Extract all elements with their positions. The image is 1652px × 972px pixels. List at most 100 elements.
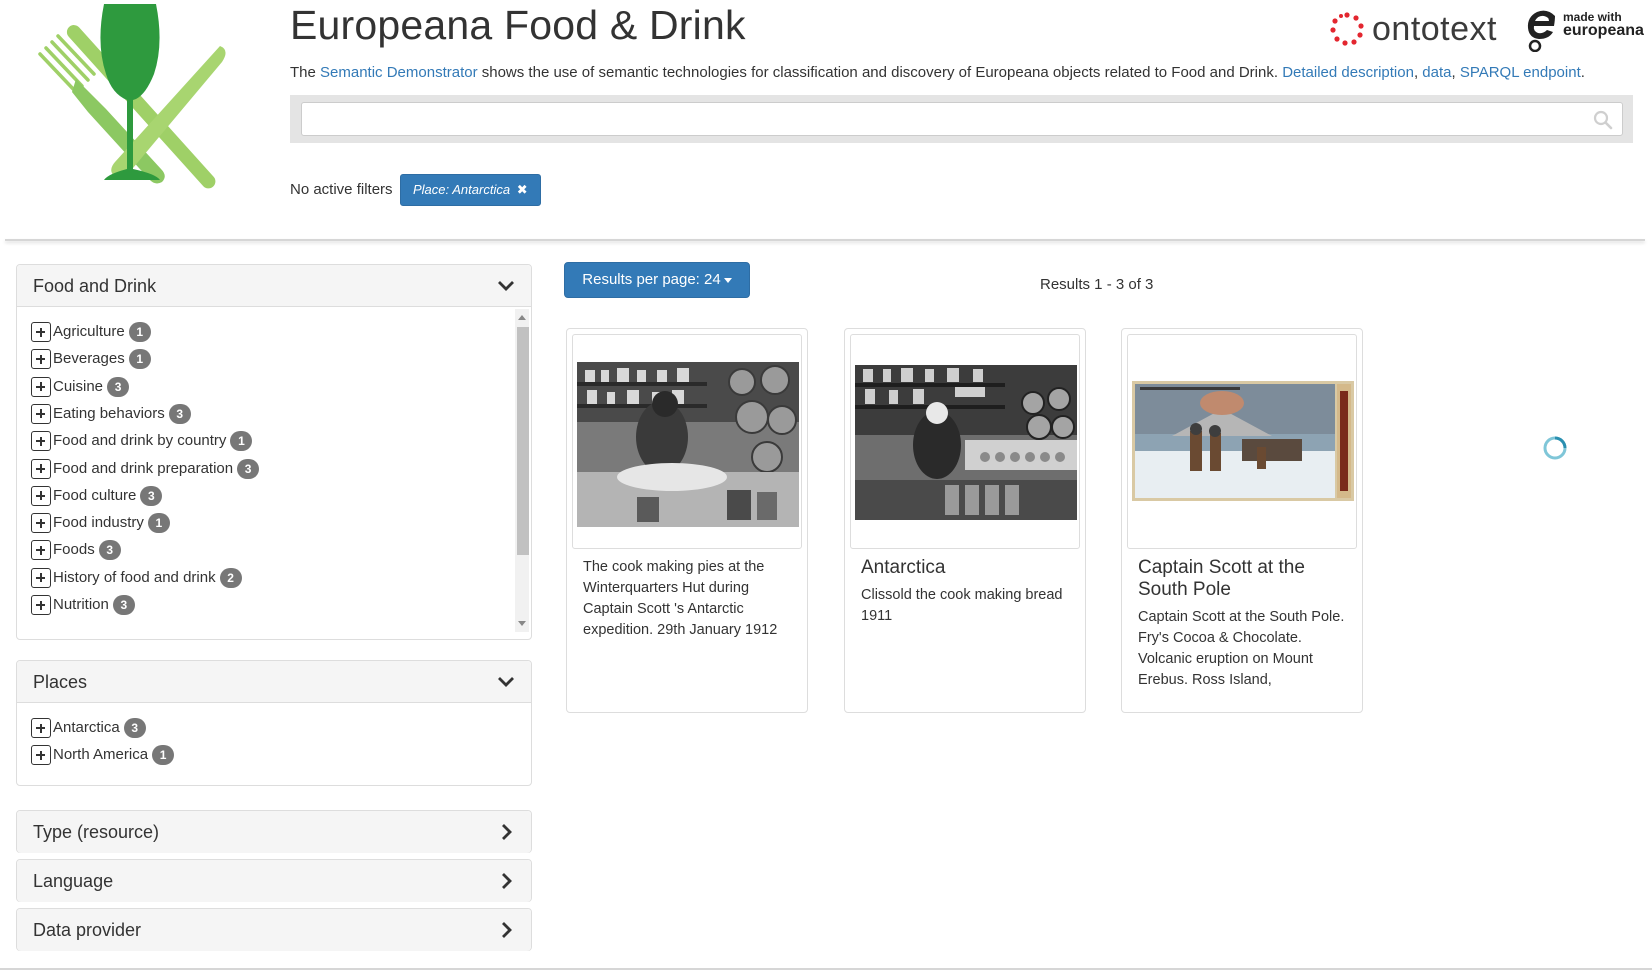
count-badge: 1 — [152, 745, 175, 766]
facet-header-food-and-drink[interactable]: Food and Drink — [17, 265, 531, 307]
facet-item[interactable]: Beverages 1 — [31, 348, 151, 370]
facet-item-label[interactable]: Nutrition — [53, 596, 109, 613]
facet-item[interactable]: Foods 3 — [31, 539, 121, 561]
result-card[interactable]: Captain Scott at the South Pole Captain … — [1121, 328, 1363, 713]
expand-plus-icon[interactable] — [31, 485, 51, 506]
ontotext-dots-icon — [1330, 12, 1364, 46]
scroll-thumb[interactable] — [517, 327, 529, 555]
count-badge: 1 — [128, 349, 151, 370]
result-thumbnail-frame[interactable] — [1127, 334, 1357, 549]
result-title[interactable]: Antarctica — [861, 557, 945, 579]
result-thumbnail-image[interactable] — [1132, 381, 1354, 501]
expand-plus-icon[interactable] — [31, 718, 51, 738]
loading-spinner-icon — [1543, 436, 1567, 460]
facet-item-label[interactable]: Food and drink preparation — [53, 460, 233, 477]
page-title: Europeana Food & Drink — [290, 2, 746, 48]
chevron-right-icon[interactable] — [497, 824, 515, 840]
footer-divider — [0, 968, 1652, 970]
facet-item-label[interactable]: Foods — [53, 541, 95, 558]
result-thumbnail-image[interactable] — [577, 362, 799, 527]
result-card[interactable]: Antarctica Clissold the cook making brea… — [844, 328, 1086, 713]
scroll-up-icon[interactable] — [518, 315, 526, 320]
facet-item-label[interactable]: Agriculture — [53, 323, 125, 340]
facet-item[interactable]: Eating behaviors 3 — [31, 403, 191, 425]
facet-item[interactable]: Agriculture 1 — [31, 321, 151, 343]
expand-plus-icon[interactable] — [31, 513, 51, 534]
facet-item[interactable]: Food culture 3 — [31, 485, 163, 507]
chevron-right-icon[interactable] — [497, 873, 515, 889]
ontotext-logo[interactable]: ontotext — [1330, 8, 1510, 50]
count-badge: 2 — [219, 567, 242, 588]
expand-plus-icon[interactable] — [31, 403, 51, 424]
facet-item-label[interactable]: Antarctica — [53, 719, 120, 736]
facet-item-label[interactable]: Cuisine — [53, 378, 103, 395]
chevron-right-icon[interactable] — [497, 922, 515, 938]
europeana-e-icon — [1527, 10, 1555, 52]
remove-filter-icon[interactable]: ✖ — [517, 182, 528, 197]
expand-plus-icon[interactable] — [31, 431, 51, 452]
count-badge: 1 — [147, 513, 170, 534]
facet-header-data-provider[interactable]: Data provider — [17, 909, 531, 951]
facet-item[interactable]: Nutrition 3 — [31, 594, 135, 616]
intro-text: The Semantic Demonstrator shows the use … — [290, 64, 1585, 81]
expand-plus-icon[interactable] — [31, 540, 51, 561]
ontotext-wordmark: ontotext — [1372, 10, 1497, 48]
sparql-endpoint-link[interactable]: SPARQL endpoint — [1460, 64, 1581, 81]
expand-plus-icon[interactable] — [31, 376, 51, 397]
facet-item-label[interactable]: Food culture — [53, 487, 136, 504]
expand-plus-icon[interactable] — [31, 322, 51, 342]
facet-item-label[interactable]: History of food and drink — [53, 569, 216, 586]
facet-item[interactable]: Antarctica 3 — [31, 717, 146, 739]
count-badge: 3 — [123, 718, 146, 738]
result-title[interactable]: Captain Scott at the South Pole — [1138, 557, 1354, 601]
facet-item-label[interactable]: Food and drink by country — [53, 432, 226, 449]
facet-panel-food-and-drink: Food and Drink Agriculture 1 Beverages 1 Cui… — [16, 264, 532, 640]
facet-item[interactable]: Food and drink preparation 3 — [31, 458, 260, 480]
facet-header-language[interactable]: Language — [17, 860, 531, 902]
facet-item-label[interactable]: Eating behaviors — [53, 405, 165, 422]
expand-plus-icon[interactable] — [31, 349, 51, 370]
facet-panel-data-provider[interactable]: Data provider — [16, 908, 532, 951]
semantic-demonstrator-link[interactable]: Semantic Demonstrator — [320, 64, 478, 81]
facet-item-label[interactable]: North America — [53, 746, 148, 763]
search-icon[interactable] — [1593, 110, 1613, 130]
result-thumbnail-image[interactable] — [855, 365, 1077, 520]
facet-item-label[interactable]: Food industry — [53, 514, 144, 531]
facet-item[interactable]: Food industry 1 — [31, 512, 170, 534]
expand-plus-icon[interactable] — [31, 745, 51, 766]
facet-list-food-and-drink: Agriculture 1 Beverages 1 Cuisine 3 Eating beh… — [17, 307, 531, 639]
facet-panel-language[interactable]: Language — [16, 859, 532, 902]
made-with-europeana-logo[interactable]: made with europeana — [1525, 8, 1644, 52]
facet-panel-type-resource[interactable]: Type (resource) — [16, 810, 532, 853]
facet-scrollbar[interactable] — [515, 309, 529, 632]
expand-plus-icon[interactable] — [31, 595, 51, 615]
facet-header-type-resource[interactable]: Type (resource) — [17, 811, 531, 853]
search-input[interactable] — [301, 102, 1623, 136]
result-thumbnail-frame[interactable] — [850, 334, 1080, 549]
result-thumbnail-frame[interactable] — [572, 334, 802, 549]
results-per-page-button[interactable]: Results per page: 24 — [564, 262, 750, 298]
scroll-down-icon[interactable] — [518, 621, 526, 626]
facet-item[interactable]: Food and drink by country 1 — [31, 430, 253, 452]
facet-item[interactable]: North America 1 — [31, 744, 175, 766]
result-card[interactable]: The cook making pies at the Winterquarte… — [566, 328, 808, 713]
result-description: The cook making pies at the Winterquarte… — [583, 559, 778, 638]
detailed-description-link[interactable]: Detailed description — [1282, 64, 1414, 81]
active-filter-chip[interactable]: Place: Antarctica ✖ — [400, 174, 541, 206]
result-description: Clissold the cook making bread 1911 — [861, 587, 1063, 624]
facet-item-label[interactable]: Beverages — [53, 350, 125, 367]
data-link[interactable]: data — [1422, 64, 1451, 81]
chevron-down-icon[interactable] — [497, 674, 515, 690]
food-drink-logo — [38, 4, 226, 189]
facet-item[interactable]: History of food and drink 2 — [31, 567, 242, 589]
count-badge: 3 — [107, 376, 130, 397]
count-badge: 3 — [237, 458, 260, 479]
facet-item[interactable]: Cuisine 3 — [31, 376, 130, 398]
count-badge: 3 — [168, 403, 191, 424]
expand-plus-icon[interactable] — [31, 458, 51, 479]
chevron-down-icon[interactable] — [497, 278, 515, 294]
facet-header-places[interactable]: Places — [17, 661, 531, 703]
results-per-page-label: Results per page: 24 — [582, 271, 721, 288]
intro-prefix: The — [290, 64, 321, 81]
expand-plus-icon[interactable] — [31, 567, 51, 588]
